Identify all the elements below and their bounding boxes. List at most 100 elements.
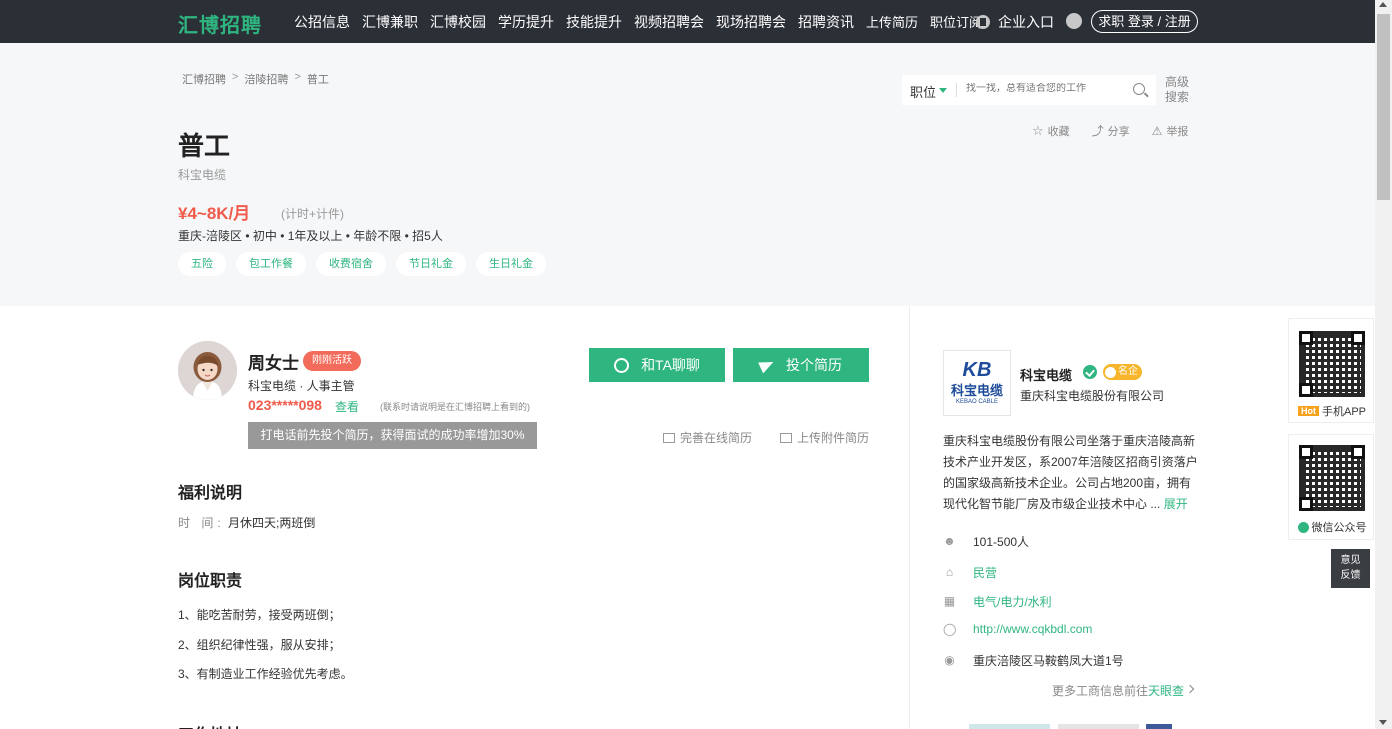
search-input[interactable]	[966, 83, 1126, 94]
column-divider	[909, 306, 910, 729]
recruiter-role: 科宝电缆 · 人事主管	[248, 379, 355, 393]
company-logo[interactable]: KB 科宝电缆 KEBAO CABLE	[943, 350, 1011, 416]
job-title: 普工	[178, 131, 231, 161]
benefit-tags: 五险 包工作餐 收费宿舍 节日礼金 生日礼金	[178, 252, 546, 276]
feedback-button[interactable]: 意见 反馈	[1331, 549, 1370, 588]
nav-item[interactable]: 视频招聘会	[634, 12, 704, 32]
send-resume-button[interactable]: 投个简历	[733, 348, 869, 382]
grid-icon: ▦	[943, 594, 956, 608]
favorite-label: 收藏	[1047, 125, 1070, 138]
qr-marker	[1351, 445, 1365, 459]
advanced-search-link[interactable]: 高级搜索	[1165, 75, 1191, 105]
search-box: 职位	[902, 75, 1156, 105]
nav-item[interactable]: 职位订阅	[930, 12, 982, 32]
company-logo-name: 科宝电缆	[950, 383, 1003, 398]
send-resume-label: 投个简历	[786, 357, 842, 373]
company-photo[interactable]	[969, 724, 1050, 729]
app-qr-card[interactable]: Hot 手机APP	[1288, 318, 1374, 423]
upload-resume-label: 上传附件简历	[797, 431, 870, 445]
warning-icon	[1152, 124, 1163, 138]
nav-item[interactable]: 学历提升	[498, 12, 554, 32]
caret-down-icon[interactable]	[939, 88, 947, 93]
company-size-row: ☻ 101-500人	[943, 533, 1029, 550]
company-industry[interactable]: 电气/电力/水利	[973, 593, 1052, 610]
nav-item[interactable]: 公招信息	[294, 12, 350, 32]
enterprise-label: 企业入口	[998, 14, 1054, 30]
report-label: 举报	[1166, 125, 1189, 138]
qr-marker	[1299, 445, 1313, 459]
chat-icon	[614, 357, 630, 373]
scroll-up-arrow-icon[interactable]	[1379, 2, 1387, 7]
company-address: 重庆涪陵区马鞍鹤凤大道1号	[973, 654, 1124, 668]
nav-item[interactable]: 招聘资讯	[798, 12, 854, 32]
job-company[interactable]: 科宝电缆	[178, 166, 226, 183]
nav-item[interactable]: 技能提升	[566, 12, 622, 32]
apply-tip: 打电话前先投个简历，获得面试的成功率增加30%	[248, 422, 537, 449]
wechat-icon	[1297, 521, 1309, 533]
nav-item[interactable]: 现场招聘会	[716, 12, 786, 32]
active-status-badge: 刚刚活跃	[303, 351, 361, 371]
crown-icon	[1105, 366, 1116, 378]
company-website[interactable]: http://www.cqkbdl.com	[973, 622, 1092, 636]
breadcrumb-item[interactable]: 汇博招聘	[182, 71, 226, 87]
nav-item[interactable]: 上传简历	[866, 12, 918, 32]
tianyancha-link[interactable]: 天眼查	[1148, 684, 1184, 698]
scrollbar[interactable]	[1375, 0, 1392, 729]
company-type-row: ⌂ 民营	[943, 564, 997, 581]
qr-marker	[1299, 331, 1313, 345]
more-business-info-link[interactable]: 更多工商信息前往天眼查	[1052, 682, 1184, 699]
wechat-qr-card[interactable]: 微信公众号	[1288, 434, 1374, 540]
nav-item[interactable]: 汇博校园	[430, 12, 486, 32]
globe-icon: ◯	[943, 621, 957, 636]
company-website-row: ◯ http://www.cqkbdl.com	[943, 622, 1092, 636]
view-phone-link[interactable]: 查看	[335, 398, 359, 415]
wechat-qr-label: 微信公众号	[1289, 519, 1375, 535]
online-resume-label: 完善在线简历	[680, 431, 753, 445]
benefit-tag: 五险	[178, 252, 226, 276]
scroll-down-arrow-icon[interactable]	[1379, 720, 1387, 725]
company-fullname: 重庆科宝电缆股份有限公司	[1020, 389, 1165, 403]
search-divider	[956, 83, 957, 97]
search-type-select[interactable]: 职位	[910, 82, 936, 101]
phone-note: (联系时请说明是在汇博招聘上看到的)	[380, 402, 530, 412]
job-requirements: 重庆-涪陵区 • 初中 • 1年及以上 • 年龄不限 • 招5人	[178, 229, 443, 243]
hot-badge: Hot	[1297, 406, 1319, 416]
company-size: 101-500人	[973, 535, 1030, 549]
breadcrumb-item: 普工	[306, 74, 329, 86]
work-address-title: 工作地址	[178, 721, 242, 729]
site-logo[interactable]: 汇博招聘	[178, 9, 262, 38]
nav-item[interactable]: 汇博兼职	[362, 12, 418, 32]
share-icon	[1092, 122, 1104, 139]
recruiter-phone: 023*****098	[248, 397, 322, 413]
recruiter-name: 周女士	[248, 354, 299, 373]
upload-icon	[780, 432, 792, 443]
login-button[interactable]: 求职 登录 / 注册	[1091, 10, 1198, 33]
qr-marker	[1351, 331, 1365, 345]
company-photo[interactable]	[1146, 724, 1172, 729]
favorite-button[interactable]: 收藏	[1032, 122, 1070, 139]
expand-link[interactable]: 展开	[1164, 497, 1188, 511]
enterprise-entry[interactable]: 企业入口	[976, 12, 1054, 32]
complete-online-resume-link[interactable]: 完善在线简历	[663, 429, 752, 446]
search-icon[interactable]	[1133, 83, 1145, 95]
salary-note: (计时+计件)	[281, 207, 345, 221]
share-button[interactable]: 分享	[1092, 122, 1130, 139]
breadcrumb-item[interactable]: 涪陵招聘	[244, 71, 288, 87]
company-logo-mark: KB	[962, 359, 992, 381]
company-logo-en: KEBAO CABLE	[955, 399, 999, 405]
company-photo[interactable]	[1058, 724, 1139, 729]
chat-button[interactable]: 和TA聊聊	[589, 348, 725, 382]
upload-resume-link[interactable]: 上传附件简历	[780, 429, 869, 446]
famous-company-badge: 名企	[1103, 364, 1142, 380]
chevron-right-icon[interactable]	[1185, 684, 1195, 694]
user-icon	[1066, 13, 1082, 29]
company-address-row: ◉ 重庆涪陵区马鞍鹤凤大道1号	[943, 652, 1124, 669]
company-name[interactable]: 科宝电缆	[1020, 365, 1072, 384]
report-button[interactable]: 举报	[1152, 122, 1189, 139]
app-label: 手机APP	[1321, 406, 1366, 418]
benefit-tag: 生日礼金	[476, 252, 546, 276]
company-type[interactable]: 民营	[973, 564, 997, 581]
scroll-thumb[interactable]	[1377, 14, 1390, 200]
verified-icon	[1083, 365, 1097, 379]
location-pin-icon: ◉	[944, 653, 955, 667]
